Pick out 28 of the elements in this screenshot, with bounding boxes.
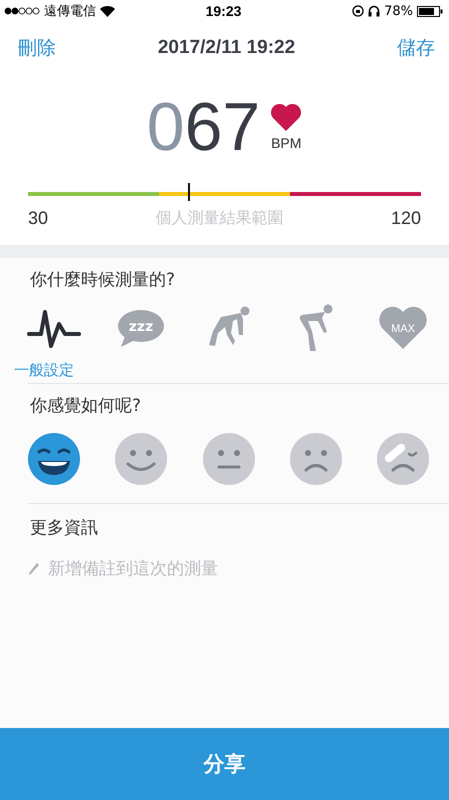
battery-percent: 78% [384,4,413,18]
heart-icon [270,103,302,131]
delete-button[interactable]: 刪除 [18,35,56,61]
share-button[interactable]: 分享 [0,728,449,800]
bpm-unit: BPM [271,135,302,151]
bent-figure-icon[interactable] [298,303,334,353]
pencil-icon [28,562,40,576]
range-min: 30 [28,208,48,229]
rotation-lock-icon [352,5,364,17]
face-icon[interactable] [28,433,80,485]
range-max: 120 [390,208,421,229]
battery-icon [417,6,443,16]
date-title: 2017/2/11 19:22 [158,37,296,59]
section-question: 你感覺如何呢? [30,395,142,417]
heart-icon[interactable]: MAX [378,306,428,350]
range-caption: 個人測量結果範圍 [155,208,284,229]
bpm-value: 67 [184,93,260,161]
status-time: 19:23 [206,3,242,19]
note-field[interactable]: 新增備註到這次的測量 [48,559,348,579]
option-caption: 一般設定 [14,360,74,380]
wifi-icon [100,6,115,16]
headphones-icon [368,5,380,17]
signal-icon [4,7,40,15]
save-button[interactable]: 儲存 [396,35,435,61]
section-question: 你什麼時候測量的? [30,269,176,291]
carrier-name: 遠傳電信 [44,3,96,20]
section-heading: 更多資訊 [30,517,99,539]
leading-zero: 0 [146,93,185,161]
